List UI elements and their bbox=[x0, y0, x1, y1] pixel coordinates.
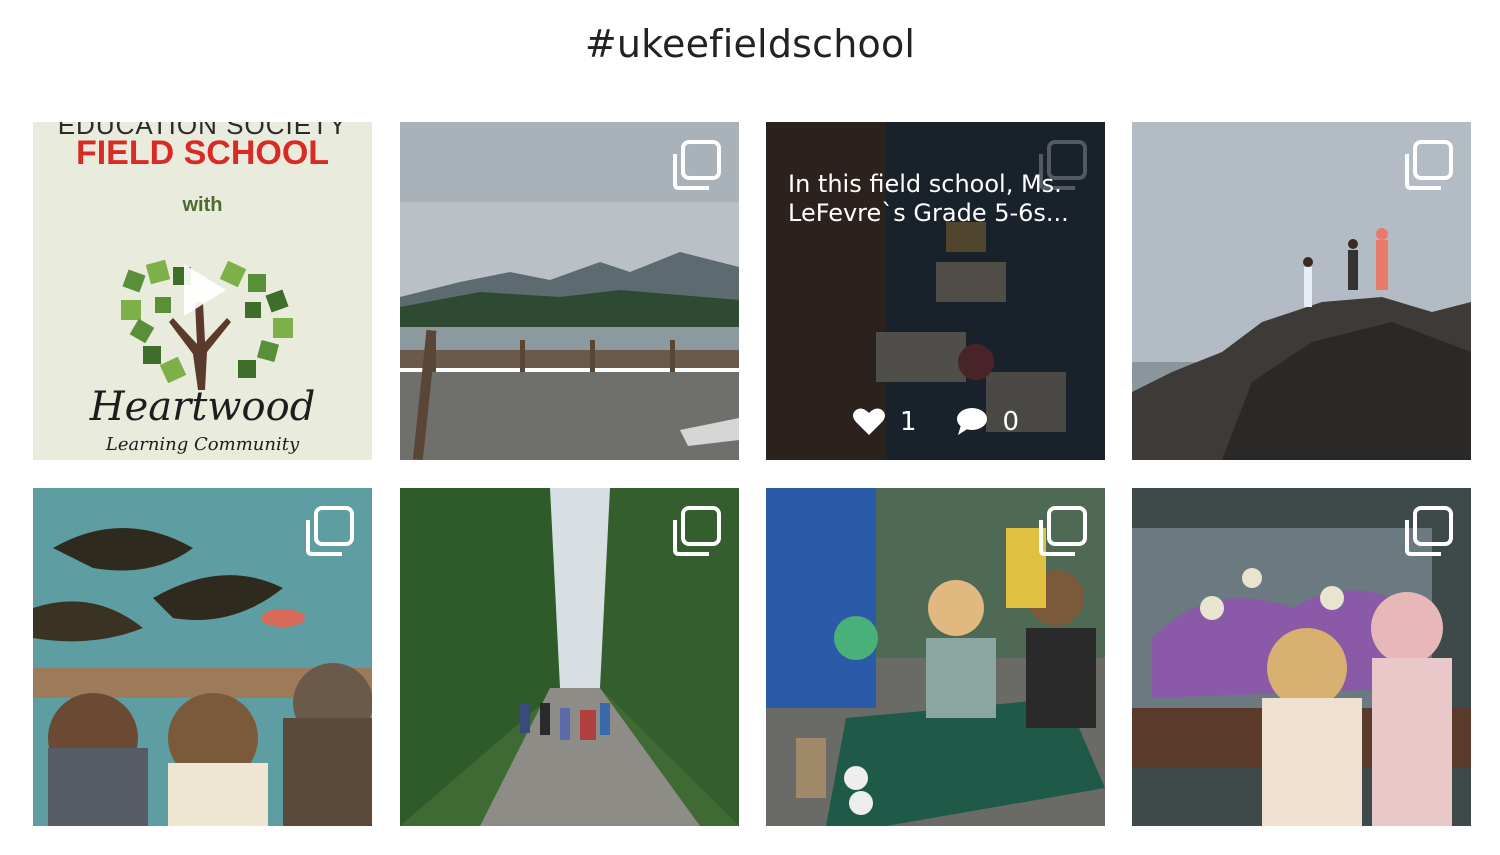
poster-logo-subtitle: Learning Community bbox=[105, 434, 300, 455]
multiple-images-icon bbox=[673, 140, 721, 190]
post-tile-video[interactable]: EDUCATION SOCIETY FIELD SCHOOL with Hear… bbox=[33, 122, 372, 460]
post-tile-hovered[interactable]: In this field school, Ms. LeFevre`s Grad… bbox=[766, 122, 1105, 460]
play-icon[interactable] bbox=[174, 260, 230, 320]
post-tile-rocks[interactable] bbox=[1132, 122, 1471, 460]
like-count: 1 bbox=[900, 407, 917, 437]
multiple-images-icon bbox=[1039, 506, 1087, 556]
poster-logo-name: Heartwood bbox=[89, 384, 316, 430]
post-tile-touch-tank[interactable] bbox=[1132, 488, 1471, 826]
multiple-images-icon bbox=[1405, 506, 1453, 556]
post-tile-beach-net[interactable] bbox=[766, 488, 1105, 826]
post-tile-aquarium[interactable] bbox=[33, 488, 372, 826]
post-tile-harbor[interactable] bbox=[400, 122, 739, 460]
multiple-images-icon bbox=[673, 506, 721, 556]
multiple-images-icon bbox=[1405, 140, 1453, 190]
post-caption: In this field school, Ms. LeFevre`s Grad… bbox=[788, 170, 1069, 227]
hashtag-title: #ukeefieldschool bbox=[584, 22, 916, 66]
heart-icon bbox=[853, 408, 885, 435]
post-tile-trail[interactable] bbox=[400, 488, 739, 826]
multiple-images-icon bbox=[306, 506, 354, 556]
comment-count: 0 bbox=[1002, 407, 1020, 437]
post-stats: 1 0 bbox=[852, 407, 1057, 437]
comment-bubble-icon bbox=[956, 408, 987, 435]
